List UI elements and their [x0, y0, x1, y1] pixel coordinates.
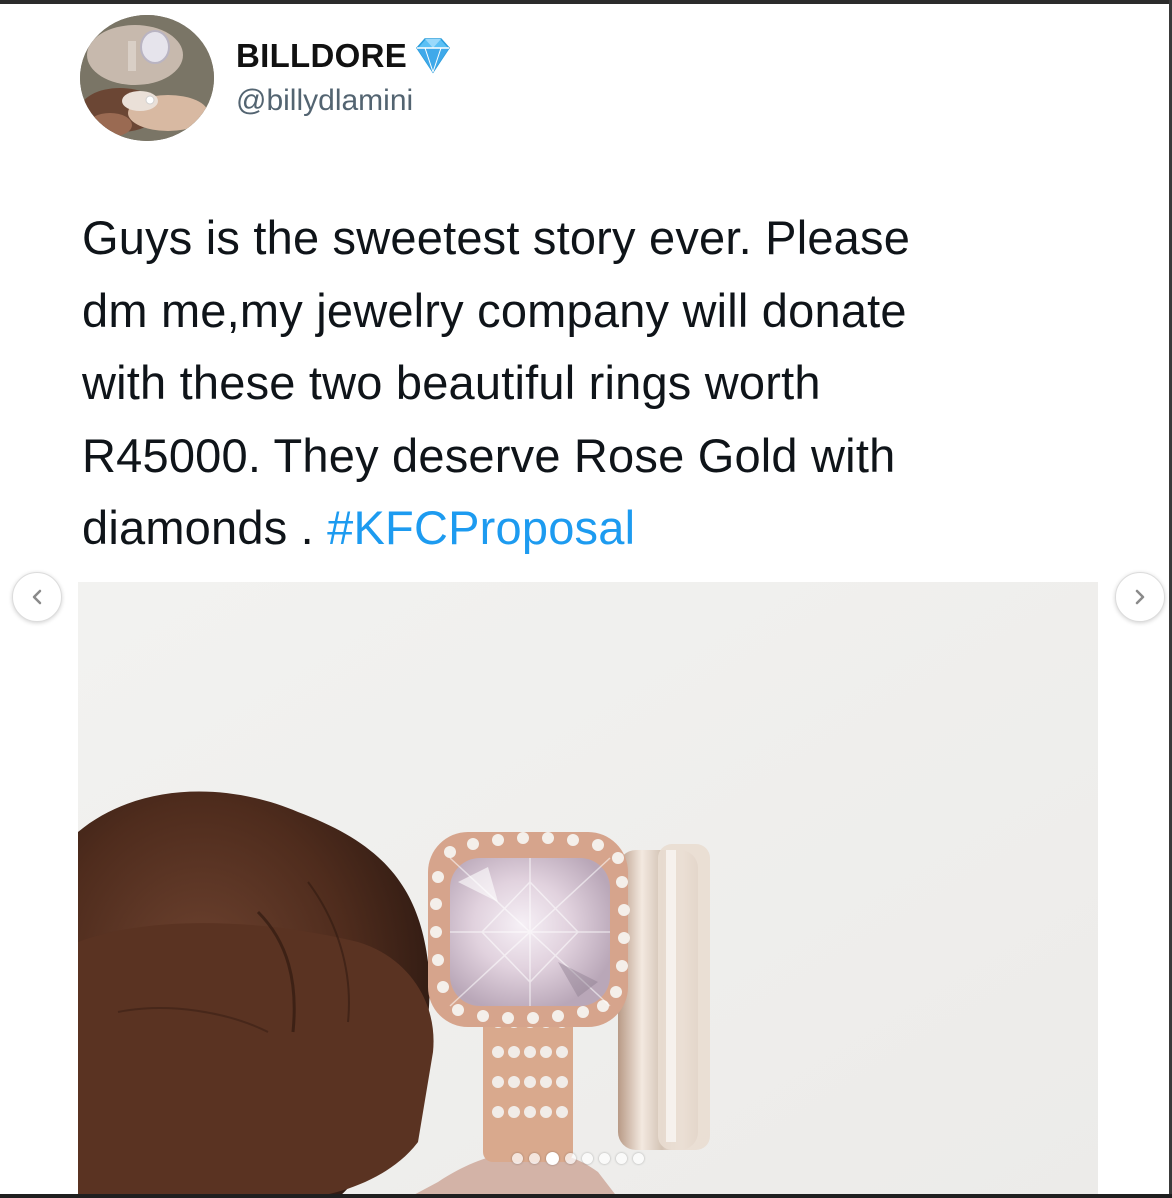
next-button[interactable]: [1115, 572, 1165, 622]
tweet-text-line: dm me,my jewelry company will donate: [82, 283, 907, 337]
carousel-dot: [565, 1153, 576, 1164]
tweet-text: Guys is the sweetest story ever. Please …: [82, 202, 1092, 565]
diamond-icon: [411, 36, 455, 76]
tweet-text-line: R45000. They deserve Rose Gold with: [82, 428, 896, 482]
tweet-text-line-last: diamonds . #KFCProposal: [82, 492, 1092, 565]
carousel-dot: [582, 1153, 593, 1164]
tweet-text-line: with these two beautiful rings worth: [82, 356, 821, 409]
carousel-dot: [529, 1153, 540, 1164]
user-handle[interactable]: @billydlamini: [236, 84, 413, 118]
carousel-dot: [546, 1152, 559, 1165]
rings-on-finger-photo[interactable]: [78, 582, 1098, 1198]
carousel-dot: [616, 1153, 627, 1164]
carousel-indicator: [512, 1152, 644, 1165]
hashtag-link[interactable]: #KFCProposal: [327, 501, 635, 554]
tweet-text-line: Guys is the sweetest story ever. Please: [82, 211, 911, 264]
chevron-left-icon: [32, 589, 42, 605]
carousel-dot: [512, 1153, 523, 1164]
carousel-dot: [633, 1153, 644, 1164]
avatar[interactable]: [80, 15, 214, 141]
previous-button[interactable]: [12, 572, 62, 622]
carousel-dot: [599, 1153, 610, 1164]
chevron-right-icon: [1135, 589, 1145, 605]
display-name-text[interactable]: BILLDORE: [236, 37, 407, 75]
tweet-text-fragment: diamonds .: [82, 501, 328, 554]
display-name[interactable]: BILLDORE: [236, 36, 455, 76]
instagram-post-frame: BILLDORE @billydlamini Guys is the sweet…: [0, 0, 1172, 1198]
bottom-border: [0, 1194, 1172, 1198]
top-border: [0, 0, 1172, 4]
